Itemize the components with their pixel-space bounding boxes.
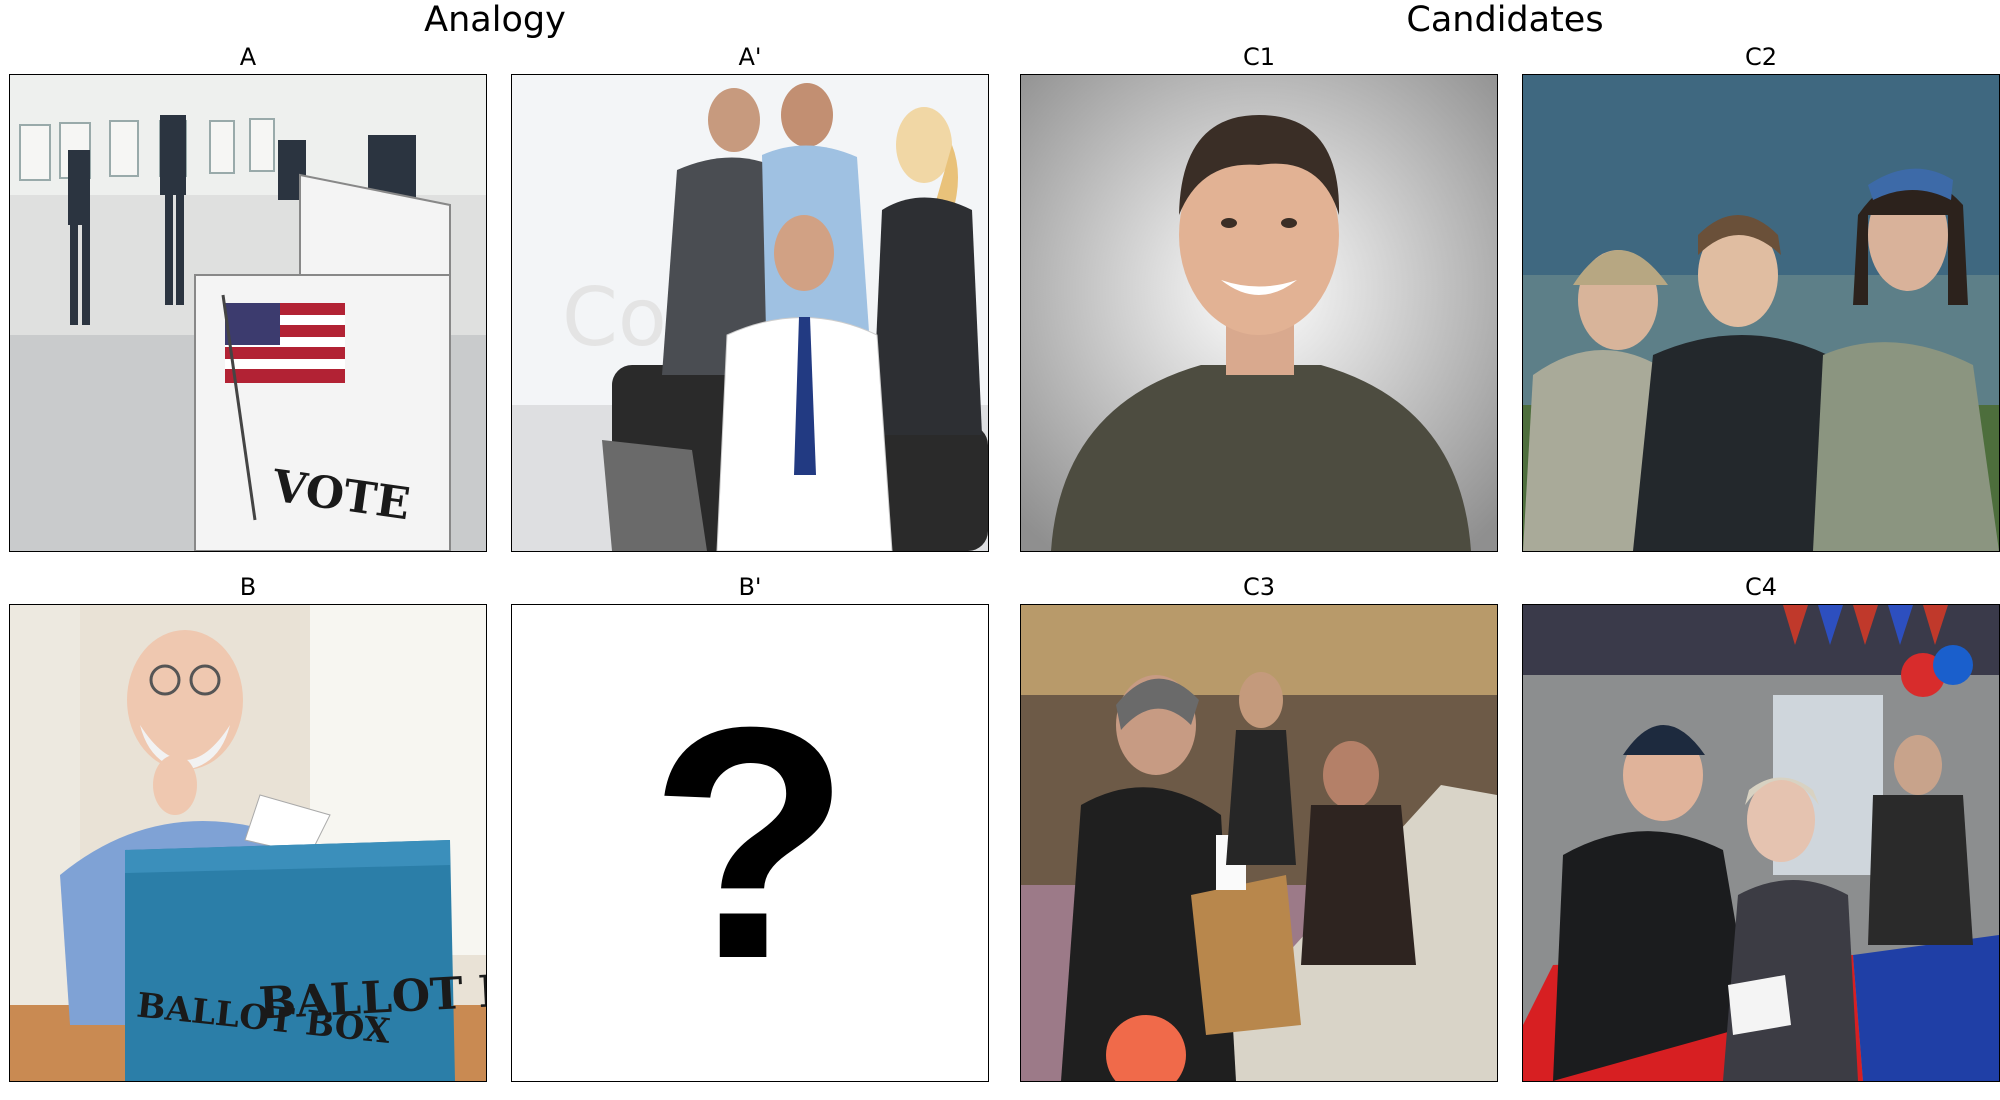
candidates-title: Candidates	[1406, 0, 1604, 40]
panel-label-b-prime: B'	[738, 573, 762, 601]
three-men-photo	[1523, 75, 1999, 551]
ballot-box-photo: BALLOT BOX BALLOT BOX	[10, 605, 486, 1081]
voting-hall-photo	[1021, 605, 1497, 1081]
panel-label-c3: C3	[1242, 573, 1276, 601]
panel-label-c1: C1	[1242, 43, 1276, 71]
analogy-title: Analogy	[424, 0, 566, 40]
panel-label-b: B	[239, 573, 257, 601]
panel-a-image[interactable]: VOTE	[9, 74, 487, 552]
panel-b-prime-question[interactable]: ?	[511, 604, 989, 1082]
couple-voting-photo	[1523, 605, 1999, 1081]
panel-label-c2: C2	[1744, 43, 1778, 71]
panel-c2-image[interactable]	[1522, 74, 2000, 552]
panel-a-prime-image[interactable]: Colourbox	[511, 74, 989, 552]
panel-b-image[interactable]: BALLOT BOX BALLOT BOX	[9, 604, 487, 1082]
portrait-photo	[1021, 75, 1497, 551]
panel-c4-image[interactable]	[1522, 604, 2000, 1082]
question-mark: ?	[649, 658, 851, 1027]
panel-label-a: A	[239, 43, 257, 71]
office-team-photo: Colourbox	[512, 75, 988, 551]
panel-label-c4: C4	[1744, 573, 1778, 601]
panel-label-a-prime: A'	[738, 43, 762, 71]
polling-booth-photo: VOTE	[10, 75, 486, 551]
panel-c1-image[interactable]	[1020, 74, 1498, 552]
panel-c3-image[interactable]	[1020, 604, 1498, 1082]
